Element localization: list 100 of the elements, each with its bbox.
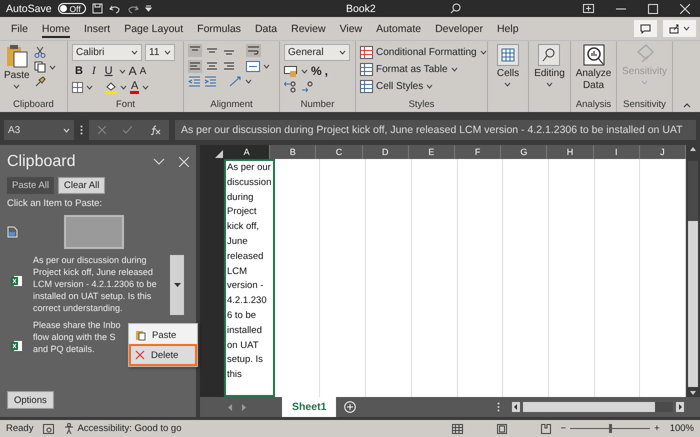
page-break-preview-icon[interactable] (540, 424, 551, 434)
macro-recording-icon[interactable] (43, 424, 54, 434)
font-color-button[interactable]: A (130, 81, 140, 94)
font-style-button[interactable]: B (72, 65, 86, 77)
merge-cells-icon[interactable] (246, 61, 260, 72)
selected-cell[interactable]: As per our discussion during Project kick off, June released LCM version - 4.2.1.2306 to be installed on UAT setup. Is this (224, 159, 275, 397)
number-style-button[interactable]: , (324, 64, 328, 78)
ribbon-tab[interactable]: Formulas (190, 17, 248, 40)
insert-function-icon[interactable] (148, 125, 160, 135)
number-style-button[interactable]: % (311, 64, 322, 78)
clipboard-item[interactable]: Please share the Inbo flow along with the S and PQ details. (33, 320, 121, 356)
currency-icon[interactable] (284, 66, 298, 76)
decrease-decimal-icon[interactable] (301, 81, 315, 93)
display-options-icon[interactable] (583, 4, 594, 13)
font-style-button[interactable]: I (88, 65, 99, 77)
vertical-scrollbar[interactable] (688, 161, 698, 387)
grid-cell[interactable] (412, 159, 458, 397)
editing-button[interactable]: Editing (534, 44, 565, 86)
scroll-left-icon[interactable] (512, 402, 520, 412)
close-icon[interactable] (680, 4, 690, 14)
borders-icon[interactable] (72, 82, 83, 93)
number-format-field[interactable]: General (284, 44, 350, 61)
undo-icon[interactable] (108, 4, 121, 14)
fill-color-icon[interactable] (105, 82, 117, 94)
font-size-field[interactable]: 11 (145, 44, 175, 61)
caret-icon[interactable] (301, 68, 308, 74)
font-style-button[interactable]: U (102, 65, 116, 77)
caret-icon[interactable] (131, 50, 138, 55)
grid-cell[interactable] (640, 159, 686, 397)
ribbon-tab[interactable]: File (4, 17, 35, 40)
styles-menu-button[interactable]: Format as Table (360, 61, 487, 78)
customize-toolbar-icon[interactable] (144, 5, 152, 12)
zoom-out-button[interactable]: − (560, 423, 566, 434)
screenshot-thumbnail[interactable] (64, 215, 124, 249)
add-sheet-icon[interactable] (344, 401, 356, 413)
analyze-data-button[interactable]: Analyze Data (574, 44, 612, 97)
font-name-field[interactable]: Calibri (72, 44, 142, 61)
wrap-text-icon[interactable] (246, 44, 261, 57)
top-align-icon[interactable] (188, 44, 202, 57)
ribbon-tab[interactable]: Developer (428, 17, 490, 40)
caret-icon[interactable] (48, 64, 56, 70)
redo-icon[interactable] (126, 4, 139, 14)
scroll-right-icon[interactable] (676, 402, 684, 412)
caret-icon[interactable] (245, 79, 252, 84)
caret-icon[interactable] (142, 85, 150, 90)
ribbon-tab[interactable]: Data (248, 17, 284, 40)
ribbon-tab[interactable]: View (332, 17, 370, 40)
zoom-level[interactable]: 100% (670, 423, 694, 434)
ribbon-tab[interactable]: Automate (369, 17, 428, 40)
clear-all-button[interactable]: Clear All (58, 177, 106, 194)
ribbon-tab[interactable]: Page Layout (117, 17, 190, 40)
caret-icon[interactable] (120, 85, 127, 90)
close-icon[interactable] (179, 157, 189, 167)
accessibility-icon[interactable] (64, 423, 74, 434)
next-sheet-icon[interactable] (241, 404, 246, 410)
caret-icon[interactable] (339, 50, 346, 55)
paste-all-button[interactable]: Paste All (7, 177, 54, 194)
decrease-font-size-button[interactable]: A (140, 66, 146, 76)
caret-icon[interactable] (480, 50, 487, 55)
align-left-icon[interactable] (188, 60, 202, 73)
previous-sheet-icon[interactable] (228, 404, 233, 410)
clipboard-item[interactable]: As per our discussion during Project kick off, June released LCM version - 4.2.1.2306 to be installed on UAT setup. Is this correct understanding. (33, 255, 157, 314)
styles-menu-button[interactable]: Conditional Formatting (360, 44, 487, 61)
options-button[interactable]: Options (7, 391, 54, 409)
column-header[interactable]: A (224, 145, 270, 159)
chevron-down-icon[interactable] (153, 158, 165, 166)
grid-cell[interactable] (366, 159, 412, 397)
autosave-toggle[interactable]: Off (58, 3, 86, 14)
caret-icon[interactable] (504, 82, 512, 86)
caret-icon[interactable] (450, 67, 458, 72)
zoom-in-button[interactable]: + (654, 423, 660, 434)
grid-cell[interactable] (320, 159, 366, 397)
grid-cell[interactable] (594, 159, 640, 397)
horizontal-scrollbar[interactable] (523, 402, 673, 412)
scissors-icon[interactable] (34, 46, 46, 58)
share-button[interactable] (663, 20, 696, 37)
caret-icon[interactable] (118, 68, 126, 74)
ribbon-tab[interactable]: Help (490, 17, 526, 40)
grid-cell[interactable] (274, 159, 320, 397)
paste-button[interactable]: Paste (4, 44, 30, 97)
maximize-icon[interactable] (648, 4, 658, 14)
collapse-ribbon-icon[interactable] (682, 103, 690, 108)
accessibility-status[interactable]: Accessibility: Good to go (77, 423, 182, 434)
caret-icon[interactable] (546, 82, 553, 86)
caret-icon[interactable] (164, 50, 171, 55)
menu-item[interactable]: Paste (131, 326, 195, 344)
increase-font-size-button[interactable]: A (128, 64, 137, 78)
comments-button[interactable] (634, 20, 657, 37)
ribbon-tab[interactable]: Home (34, 17, 77, 40)
menu-item[interactable]: Delete (131, 346, 195, 364)
scroll-up-icon[interactable] (689, 145, 698, 153)
caret-icon[interactable] (683, 26, 690, 31)
copy-icon[interactable] (34, 61, 46, 73)
zoom-slider-thumb[interactable] (609, 424, 612, 433)
caret-icon[interactable] (86, 85, 93, 90)
styles-menu-button[interactable]: Cell Styles (360, 78, 487, 95)
caret-icon[interactable] (13, 84, 20, 88)
paintbrush-icon[interactable] (34, 76, 46, 88)
caret-icon[interactable] (263, 64, 270, 69)
grip-icon[interactable] (497, 402, 500, 412)
